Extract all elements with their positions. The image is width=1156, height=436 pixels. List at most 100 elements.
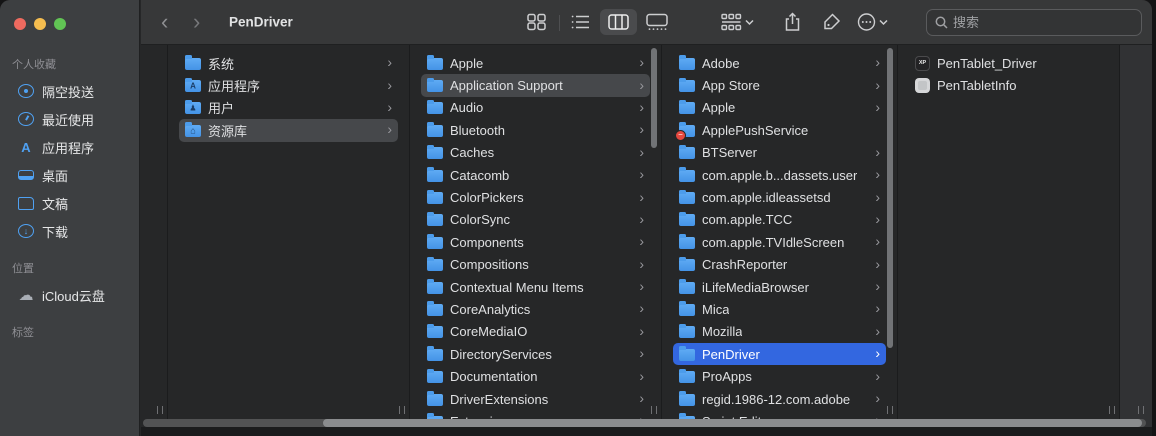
sidebar-item-label: 文稿 bbox=[42, 194, 68, 213]
file-row[interactable]: PenTablet_Driver › bbox=[909, 52, 1108, 74]
sidebar-item-label: iCloud云盘 bbox=[42, 286, 105, 305]
file-name: Documentation bbox=[450, 369, 537, 384]
file-name: ApplePushService bbox=[702, 123, 808, 138]
file-row[interactable]: DirectoryServices › bbox=[421, 343, 650, 365]
share-button[interactable] bbox=[784, 12, 801, 32]
scrollbar-thumb[interactable] bbox=[887, 48, 893, 348]
gallery-icon bbox=[646, 14, 668, 31]
file-row[interactable]: App Store › bbox=[673, 74, 886, 96]
file-row[interactable]: ColorPickers › bbox=[421, 186, 650, 208]
column-resize-handle[interactable] bbox=[1138, 406, 1144, 414]
sidebar-item[interactable]: 隔空投送 bbox=[6, 78, 133, 104]
sidebar-item[interactable]: 应用程序 bbox=[6, 134, 133, 160]
file-row[interactable]: Documentation › bbox=[421, 365, 650, 387]
finder-column-2: Apple › Application Support › Audio › bbox=[410, 45, 662, 436]
sidebar-item[interactable]: 下载 bbox=[6, 218, 133, 244]
horizontal-scrollbar[interactable] bbox=[143, 419, 1146, 427]
file-row[interactable]: Application Support › bbox=[421, 74, 650, 96]
search-input[interactable] bbox=[953, 15, 1133, 30]
traffic-lights bbox=[0, 10, 139, 50]
file-row[interactable]: Components › bbox=[421, 231, 650, 253]
zoom-button[interactable] bbox=[54, 18, 66, 30]
file-row[interactable]: Contextual Menu Items › bbox=[421, 276, 650, 298]
forward-button[interactable]: › bbox=[193, 11, 200, 33]
chevron-right-icon: › bbox=[639, 391, 644, 407]
group-button[interactable] bbox=[721, 14, 754, 31]
file-row[interactable]: ApplePushService › bbox=[673, 119, 886, 141]
folder-icon bbox=[679, 80, 695, 92]
list-icon bbox=[571, 14, 590, 30]
file-row[interactable]: Apple › bbox=[421, 52, 650, 74]
scrollbar-thumb[interactable] bbox=[323, 419, 1142, 427]
chevron-right-icon: › bbox=[875, 391, 880, 407]
file-row[interactable]: 应用程序 › bbox=[179, 74, 398, 96]
file-row[interactable]: regid.1986-12.com.adobe › bbox=[673, 388, 886, 410]
column-resize-handle[interactable] bbox=[651, 406, 657, 414]
more-button[interactable] bbox=[857, 13, 888, 32]
sidebar-item[interactable]: 文稿 bbox=[6, 190, 133, 216]
file-row[interactable]: com.apple.TCC › bbox=[673, 209, 886, 231]
file-row[interactable]: PenTabletInfo › bbox=[909, 74, 1108, 96]
minimize-button[interactable] bbox=[34, 18, 46, 30]
back-button[interactable]: ‹ bbox=[161, 11, 168, 33]
file-row[interactable]: com.apple.TVIdleScreen › bbox=[673, 231, 886, 253]
file-row[interactable]: 资源库 › bbox=[179, 119, 398, 141]
file-row[interactable]: CoreAnalytics › bbox=[421, 298, 650, 320]
sidebar-item[interactable]: 桌面 bbox=[6, 162, 133, 188]
file-row[interactable]: Mozilla › bbox=[673, 321, 886, 343]
folder-icon bbox=[427, 58, 443, 70]
column-resize-handle[interactable] bbox=[1109, 406, 1115, 414]
folder-icon bbox=[679, 214, 695, 226]
file-row[interactable]: Compositions › bbox=[421, 254, 650, 276]
clock-icon bbox=[18, 112, 34, 126]
file-row[interactable]: Bluetooth › bbox=[421, 119, 650, 141]
file-name: com.apple.b...dassets.user bbox=[702, 168, 857, 183]
file-row[interactable]: CoreMediaIO › bbox=[421, 321, 650, 343]
file-row[interactable]: CrashReporter › bbox=[673, 254, 886, 276]
folder-icon bbox=[679, 170, 695, 182]
file-row[interactable]: Mica › bbox=[673, 298, 886, 320]
file-row[interactable]: PenDriver › bbox=[673, 343, 886, 365]
desktop-icon bbox=[18, 170, 34, 180]
list-view-button[interactable] bbox=[571, 14, 590, 30]
column-resize-handle[interactable] bbox=[399, 406, 405, 414]
search-field[interactable] bbox=[926, 9, 1142, 36]
file-row[interactable]: ColorSync › bbox=[421, 209, 650, 231]
file-row[interactable]: Adobe › bbox=[673, 52, 886, 74]
gallery-view-button[interactable] bbox=[646, 14, 668, 31]
group-icon bbox=[721, 14, 742, 31]
chevron-right-icon: › bbox=[875, 78, 880, 94]
file-row[interactable]: com.apple.b...dassets.user › bbox=[673, 164, 886, 186]
file-row[interactable]: BTServer › bbox=[673, 142, 886, 164]
folder-icon bbox=[679, 102, 695, 114]
sidebar-item[interactable]: 最近使用 bbox=[6, 106, 133, 132]
file-row[interactable]: Apple › bbox=[673, 97, 886, 119]
file-row[interactable]: ProApps › bbox=[673, 365, 886, 387]
main-area: ‹ › PenDriver bbox=[141, 0, 1152, 436]
file-row[interactable]: Audio › bbox=[421, 97, 650, 119]
file-row[interactable]: 用户 › bbox=[179, 97, 398, 119]
file-row[interactable]: Caches › bbox=[421, 142, 650, 164]
file-row[interactable]: Catacomb › bbox=[421, 164, 650, 186]
column-resize-handle[interactable] bbox=[887, 406, 893, 414]
folder-icon bbox=[679, 58, 695, 70]
chevron-right-icon: › bbox=[639, 122, 644, 138]
icon-view-button[interactable] bbox=[527, 14, 546, 31]
tag-button[interactable] bbox=[822, 13, 841, 32]
scrollbar-thumb[interactable] bbox=[651, 48, 657, 148]
close-button[interactable] bbox=[14, 18, 26, 30]
folder-icon bbox=[679, 304, 695, 316]
chevron-right-icon: › bbox=[639, 55, 644, 71]
toolbar-separator bbox=[559, 15, 560, 31]
file-name: 资源库 bbox=[208, 121, 247, 140]
column-resize-handle[interactable] bbox=[157, 406, 163, 414]
chevron-right-icon: › bbox=[875, 167, 880, 183]
file-row[interactable]: DriverExtensions › bbox=[421, 388, 650, 410]
file-row[interactable]: iLifeMediaBrowser › bbox=[673, 276, 886, 298]
file-row[interactable]: com.apple.idleassetsd › bbox=[673, 186, 886, 208]
sidebar-item[interactable]: iCloud云盘 bbox=[6, 282, 133, 308]
file-row[interactable]: 系统 › bbox=[179, 52, 398, 74]
sidebar-item-label: 应用程序 bbox=[42, 138, 94, 157]
folder-icon bbox=[427, 326, 443, 338]
column-view-button[interactable] bbox=[600, 9, 637, 35]
